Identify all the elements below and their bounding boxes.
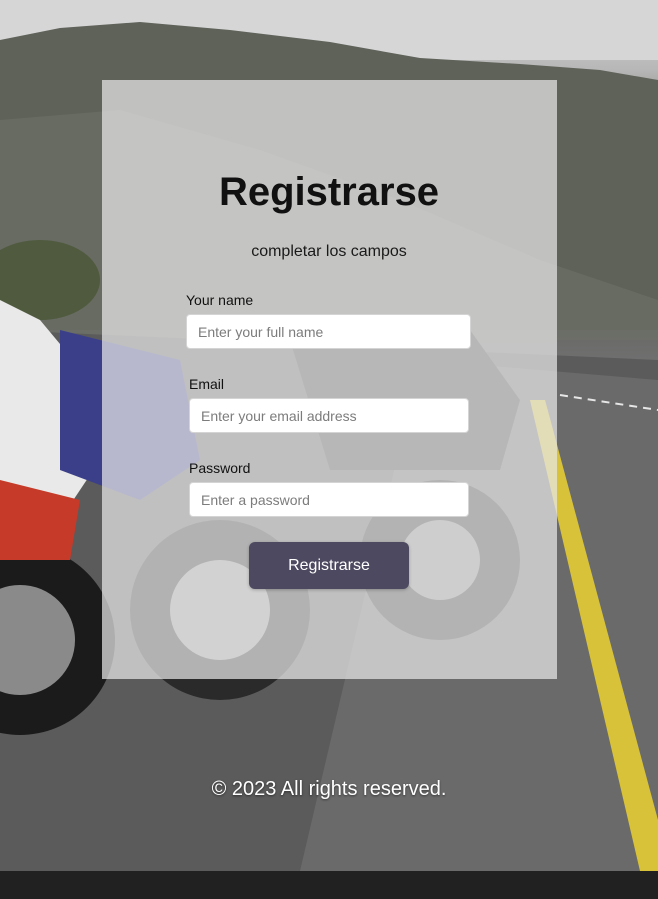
copyright-text: © 2023 All rights reserved. [211, 778, 447, 800]
footer-bar [0, 871, 658, 899]
register-button[interactable]: Registrarse [249, 542, 409, 589]
password-input[interactable] [189, 482, 469, 517]
name-input[interactable] [186, 314, 471, 349]
email-input[interactable] [189, 398, 469, 433]
page: Registrarse completar los campos Your na… [0, 0, 658, 899]
form-subtitle: completar los campos [251, 243, 407, 260]
password-label: Password [189, 460, 251, 476]
page-title: Registrarse [218, 170, 440, 214]
name-label: Your name [186, 292, 254, 308]
email-label: Email [189, 376, 225, 392]
